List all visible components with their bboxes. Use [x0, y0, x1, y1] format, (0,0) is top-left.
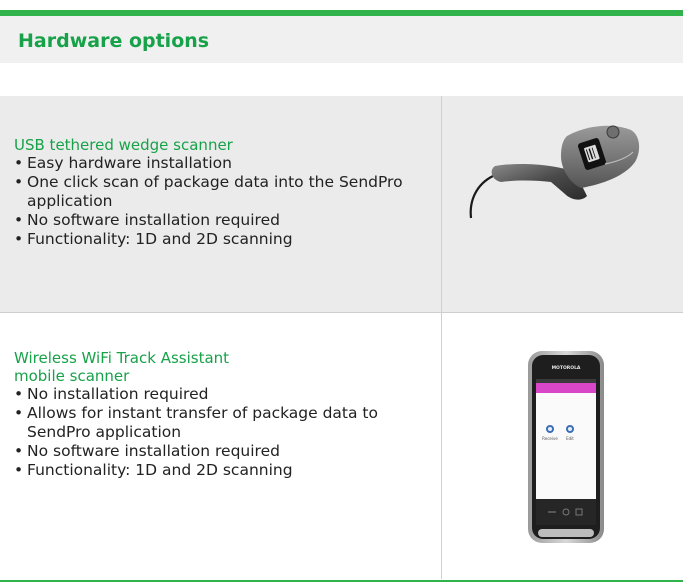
option-row-mobile-scanner: Wireless WiFi Track Assistant mobile sca…	[0, 313, 683, 579]
column-divider	[441, 96, 442, 579]
hardware-options-page: Hardware options USB tethered wedge scan…	[0, 0, 683, 585]
feature-item: No software installation required	[14, 442, 434, 461]
phone-brand-label: MOTOROLA	[552, 365, 581, 371]
feature-item: Functionality: 1D and 2D scanning	[14, 461, 434, 480]
feature-item: No installation required	[14, 385, 434, 404]
page-title: Hardware options	[18, 30, 210, 52]
mobile-scanner-phone-icon: MOTOROLA Receive Edit	[528, 351, 604, 543]
option-text-mobile-scanner: Wireless WiFi Track Assistant mobile sca…	[14, 349, 434, 480]
bottom-accent-bar	[0, 580, 683, 582]
option-title: USB tethered wedge scanner	[14, 136, 233, 154]
feature-item: One click scan of package data into the …	[14, 173, 434, 211]
feature-item: Easy hardware installation	[14, 154, 434, 173]
feature-item: Allows for instant transfer of package d…	[14, 404, 434, 442]
feature-item: No software installation required	[14, 211, 434, 230]
feature-list: Easy hardware installation One click sca…	[14, 154, 434, 249]
phone-screen-label: Edit	[566, 436, 574, 441]
handheld-barcode-scanner-icon	[469, 125, 640, 219]
feature-list: No installation required Allows for inst…	[14, 385, 434, 480]
option-text-usb-scanner: USB tethered wedge scanner Easy hardware…	[14, 136, 434, 249]
option-title: Wireless WiFi Track Assistant mobile sca…	[14, 349, 230, 385]
phone-screen-label: Receive	[542, 436, 558, 441]
feature-item: Functionality: 1D and 2D scanning	[14, 230, 434, 249]
option-row-usb-scanner: USB tethered wedge scanner Easy hardware…	[0, 96, 683, 313]
